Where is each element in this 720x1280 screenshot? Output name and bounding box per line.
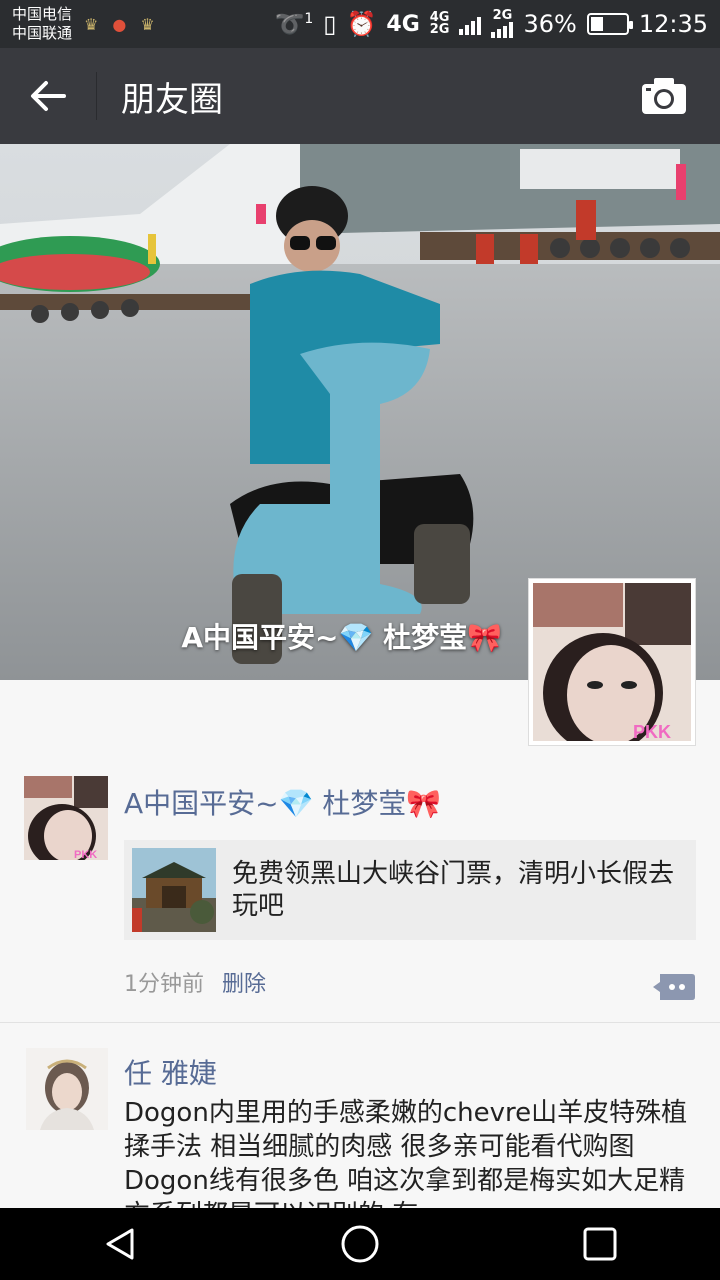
share-thumbnail — [132, 848, 216, 932]
post-time: 1分钟前 — [124, 972, 204, 997]
page-title: 朋友圈 — [121, 79, 223, 120]
post-author[interactable]: 任 雅婕 — [124, 1052, 217, 1092]
post-text: Dogon内里用的手感柔嫩的chevre山羊皮特殊植揉手法 相当细腻的肉感 很多… — [124, 1098, 688, 1208]
notification-icons: ♛ ● ♛ — [84, 15, 155, 34]
svg-text:PKK: PKK — [74, 849, 97, 860]
avatar-image: PKK — [24, 776, 108, 860]
profile-avatar[interactable]: PKK — [528, 578, 696, 753]
post-meta: 1分钟前 删除 — [124, 966, 266, 998]
nav-recent-button[interactable] — [570, 1214, 630, 1274]
shared-link-card[interactable]: 免费领黑山大峡谷门票，清明小长假去玩吧 — [124, 840, 696, 940]
nav-home-icon — [341, 1225, 379, 1263]
sim-label: 1 — [304, 11, 314, 27]
alarm-icon: ⏰ — [346, 10, 377, 38]
network-4g-label: 4G — [386, 11, 420, 37]
avatar-image: PKK — [533, 583, 691, 753]
avatar-image — [26, 1048, 108, 1130]
signal-icon — [491, 22, 514, 38]
delete-link[interactable]: 删除 — [222, 972, 266, 997]
title-bar: 朋友圈 — [0, 48, 720, 144]
shared-link-title: 免费领黑山大峡谷门票，清明小长假去玩吧 — [232, 859, 675, 921]
camera-icon — [642, 78, 686, 114]
status-bar: 中国电信 中国联通 ♛ ● ♛ ➰1 ▯ ⏰ 4G 4G 2G 2G 36% 1… — [0, 0, 720, 48]
screen: 中国电信 中国联通 ♛ ● ♛ ➰1 ▯ ⏰ 4G 4G 2G 2G 36% 1… — [0, 0, 720, 1280]
svg-text:PKK: PKK — [633, 722, 671, 741]
carrier-1: 中国电信 — [12, 5, 73, 23]
back-button[interactable] — [0, 48, 96, 144]
network-mini: 4G 2G — [429, 10, 450, 37]
crown-icon: ♛ — [140, 14, 155, 34]
network-2g-stack: 2G — [491, 9, 514, 38]
vibrate-icon: ▯ — [323, 10, 337, 38]
nav-back-button[interactable] — [90, 1214, 150, 1274]
comment-button[interactable] — [652, 972, 696, 1002]
title-divider — [96, 72, 97, 120]
carrier-labels: 中国电信 中国联通 — [12, 5, 72, 43]
comment-icon — [653, 974, 695, 1000]
battery-icon — [586, 13, 633, 35]
nav-back-icon — [106, 1228, 134, 1260]
post-author[interactable]: A中国平安~💎 杜梦莹🎀 — [124, 782, 441, 822]
cover-owner-name: A中国平安~💎 杜梦莹🎀 — [181, 621, 502, 654]
nav-recent-icon — [583, 1227, 617, 1261]
app-icon: ● — [112, 14, 127, 34]
carrier-2: 中国联通 — [12, 24, 73, 42]
signal-icon — [459, 13, 482, 35]
system-nav-bar — [0, 1208, 720, 1280]
nav-home-button[interactable] — [330, 1214, 390, 1274]
back-arrow-icon — [31, 81, 66, 111]
hd-call-icon: ➰1 — [274, 10, 314, 38]
battery-percent: 36% — [523, 10, 577, 38]
battery-fill — [590, 17, 604, 31]
post-avatar[interactable]: PKK — [24, 776, 108, 860]
crown-icon: ♛ — [84, 14, 99, 34]
post-avatar[interactable] — [26, 1048, 108, 1130]
moment-post: PKK A中国平安~💎 杜梦莹🎀 免费领黑山大峡谷门票，清明小长假去玩吧 1分钟… — [0, 776, 720, 1023]
clock: 12:35 — [638, 10, 708, 38]
status-right: ➰1 ▯ ⏰ 4G 4G 2G 2G 36% 12:35 — [274, 9, 708, 38]
camera-button[interactable] — [640, 76, 688, 116]
moment-post: 任 雅婕 Dogon内里用的手感柔嫩的chevre山羊皮特殊植揉手法 相当细腻的… — [0, 1048, 720, 1208]
post-divider — [0, 1022, 720, 1023]
